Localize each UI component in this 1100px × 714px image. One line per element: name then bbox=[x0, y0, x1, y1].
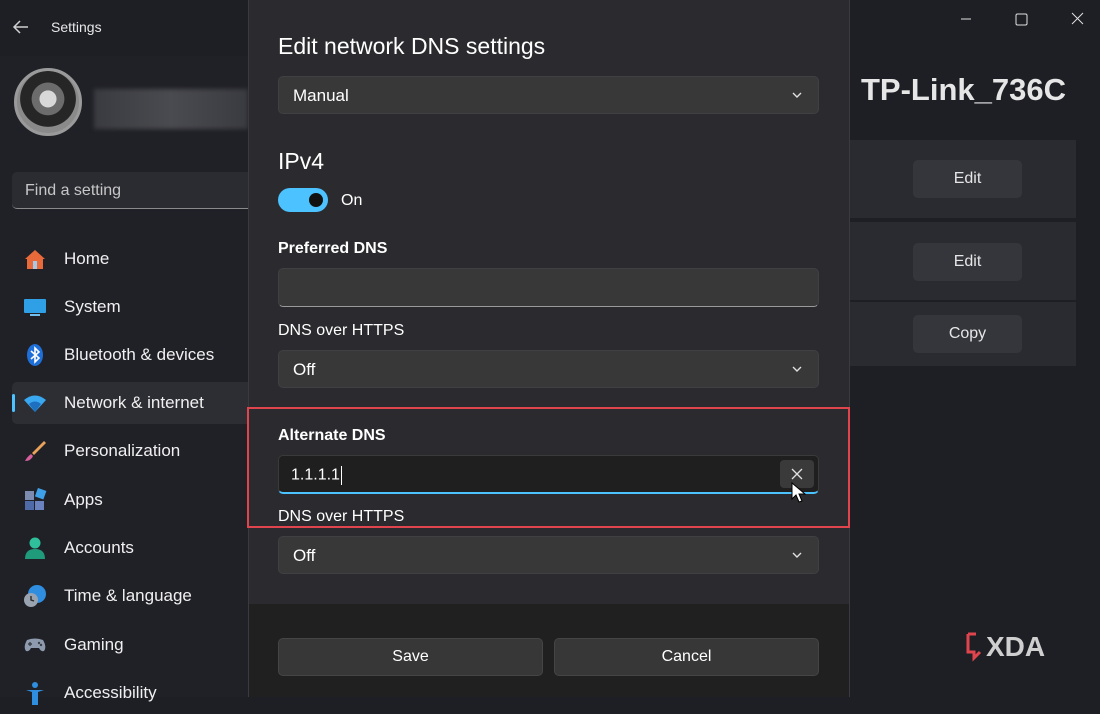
avatar[interactable] bbox=[14, 68, 82, 136]
sidebar-item-bluetooth[interactable]: Bluetooth & devices bbox=[12, 334, 262, 376]
mouse-cursor-icon bbox=[791, 482, 807, 503]
cancel-button[interactable]: Cancel bbox=[554, 638, 819, 676]
ipv4-toggle[interactable] bbox=[278, 188, 328, 212]
page-title: TP-Link_736C bbox=[861, 72, 1067, 107]
accessibility-icon bbox=[26, 682, 44, 705]
sidebar-item-personalization[interactable]: Personalization bbox=[12, 430, 262, 472]
preferred-doh-label: DNS over HTTPS bbox=[278, 322, 405, 339]
edit-button[interactable]: Edit bbox=[913, 160, 1022, 198]
sidebar-item-gaming[interactable]: Gaming bbox=[12, 624, 262, 666]
selection-indicator bbox=[12, 394, 15, 412]
person-icon bbox=[25, 537, 45, 559]
preferred-doh-dropdown[interactable]: Off bbox=[278, 350, 819, 388]
toggle-knob bbox=[309, 193, 323, 207]
sidebar-item-label: Personalization bbox=[64, 441, 181, 460]
dialog-title: Edit network DNS settings bbox=[278, 33, 546, 59]
alternate-doh-value: Off bbox=[293, 546, 316, 565]
sidebar-item-label: Gaming bbox=[64, 635, 124, 654]
preferred-dns-label: Preferred DNS bbox=[278, 240, 388, 257]
copy-button[interactable]: Copy bbox=[913, 315, 1022, 353]
app-title: Settings bbox=[51, 19, 102, 35]
chevron-down-icon bbox=[792, 92, 802, 98]
sidebar-item-label: Apps bbox=[64, 490, 103, 509]
dns-settings-dialog: Edit network DNS settings Manual IPv4 On… bbox=[247, 0, 850, 697]
apps-icon bbox=[25, 488, 47, 510]
close-icon[interactable] bbox=[1062, 8, 1092, 30]
dialog-footer: Save Cancel bbox=[249, 604, 849, 697]
system-icon bbox=[24, 299, 46, 316]
sidebar-item-label: Network & internet bbox=[64, 393, 204, 412]
sidebar-item-time-language[interactable]: Time & language bbox=[12, 575, 262, 617]
sidebar-item-apps[interactable]: Apps bbox=[12, 479, 262, 521]
gamepad-icon bbox=[24, 638, 46, 652]
dns-mode-value: Manual bbox=[293, 86, 349, 105]
minimize-icon[interactable] bbox=[951, 8, 981, 30]
save-button[interactable]: Save bbox=[278, 638, 543, 676]
bluetooth-icon bbox=[27, 344, 43, 366]
xda-watermark-logo: XDA bbox=[966, 631, 1045, 662]
maximize-icon[interactable] bbox=[1006, 8, 1036, 30]
sidebar: Find a setting Home System Bluetooth & d… bbox=[0, 56, 262, 705]
home-icon bbox=[25, 250, 45, 269]
alternate-doh-dropdown[interactable]: Off bbox=[278, 536, 819, 574]
sidebar-item-system[interactable]: System bbox=[12, 286, 262, 328]
highlight-annotation-box bbox=[247, 407, 850, 528]
chevron-down-icon bbox=[792, 552, 802, 558]
ipv4-toggle-label: On bbox=[341, 192, 363, 209]
preferred-dns-input[interactable] bbox=[278, 268, 819, 307]
back-arrow-icon[interactable] bbox=[10, 16, 32, 38]
edit-button[interactable]: Edit bbox=[913, 243, 1022, 281]
preferred-doh-value: Off bbox=[293, 360, 316, 379]
sidebar-item-accounts[interactable]: Accounts bbox=[12, 527, 262, 569]
ipv4-section-title: IPv4 bbox=[278, 148, 325, 174]
sidebar-item-label: Home bbox=[64, 249, 110, 268]
wifi-icon bbox=[24, 395, 46, 412]
sidebar-item-label: Time & language bbox=[64, 586, 192, 605]
sidebar-item-accessibility[interactable]: Accessibility bbox=[12, 672, 262, 714]
search-input[interactable]: Find a setting bbox=[25, 182, 121, 200]
clock-globe-icon bbox=[24, 585, 46, 607]
sidebar-item-label: Accounts bbox=[64, 538, 134, 557]
brush-icon bbox=[25, 441, 46, 461]
sidebar-item-label: Bluetooth & devices bbox=[64, 345, 215, 364]
chevron-down-icon bbox=[792, 366, 802, 372]
account-name-redacted bbox=[94, 89, 248, 129]
sidebar-item-label: Accessibility bbox=[64, 683, 157, 702]
dns-mode-dropdown[interactable]: Manual bbox=[278, 76, 819, 114]
sidebar-item-network[interactable]: Network & internet bbox=[12, 382, 262, 424]
sidebar-item-home[interactable]: Home bbox=[12, 238, 262, 280]
xda-watermark-text: XDA bbox=[986, 631, 1045, 662]
sidebar-item-label: System bbox=[64, 297, 121, 316]
search-box[interactable]: Find a setting bbox=[12, 172, 262, 209]
